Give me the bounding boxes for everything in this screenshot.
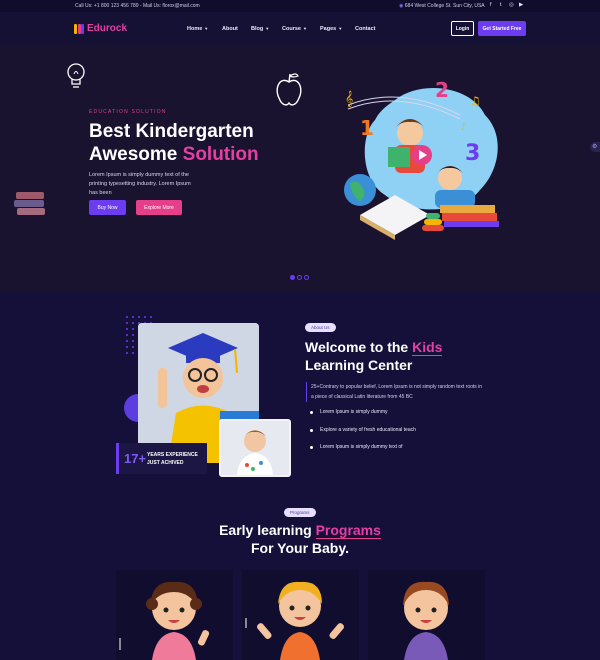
hero-section: EDUCATION SOLUTION Best Kindergarten Awe… (0, 45, 600, 291)
about-title: Welcome to the Kids Learning Center (305, 338, 505, 374)
program-card[interactable] (242, 570, 359, 660)
chevron-down-icon: ▼ (302, 26, 307, 31)
nav-label: Contact (355, 26, 376, 32)
youtube-icon[interactable]: ▶ (519, 2, 523, 8)
feature-text: Lorem Ipsum is simply dummy text of (320, 444, 403, 450)
svg-text:2: 2 (435, 78, 449, 102)
chevron-down-icon: ▼ (204, 26, 209, 31)
slider-dot[interactable] (304, 275, 309, 280)
programs-chip: Programs (284, 508, 316, 517)
slider-dot[interactable] (297, 275, 302, 280)
top-bar: Call Us: +1 800 123 456 789 - Mail Us: f… (0, 0, 600, 12)
experience-number: 17+ (124, 451, 147, 466)
book-logo-icon (74, 23, 84, 34)
experience-label: YEARS EXPERIENCE JUST ACHIVED (147, 452, 198, 466)
lightbulb-icon (67, 63, 85, 88)
instagram-icon[interactable]: ◎ (509, 2, 514, 8)
login-button[interactable]: Login (451, 21, 474, 36)
contact-info: Call Us: +1 800 123 456 789 - Mail Us: f… (75, 3, 200, 9)
svg-text:♪: ♪ (460, 122, 466, 133)
explore-more-button[interactable]: Explore More (136, 200, 182, 215)
hero-title-accent: Solution (182, 144, 259, 165)
nav-label: Blog (251, 26, 264, 32)
buy-now-button[interactable]: Buy Now (89, 200, 126, 215)
chevron-down-icon: ▼ (338, 26, 343, 31)
program-card[interactable] (368, 570, 485, 660)
hero-title-line2: Awesome (89, 144, 183, 165)
svg-text:1: 1 (360, 116, 374, 140)
feature-text: Lorem Ipsum is simply dummy (320, 409, 388, 415)
experience-badge: 17+ YEARS EXPERIENCE JUST ACHIVED (116, 443, 207, 474)
settings-toggle[interactable]: ⚙ (590, 142, 600, 152)
programs-title-accent: Programs (315, 522, 381, 539)
nav-label: Course (282, 26, 301, 32)
feature-text: Explore a variety of fresh educational t… (320, 427, 416, 433)
address-text: 684 West College St. Sun City, USA (404, 3, 485, 9)
about-paragraph: 25+Contrary to popular belief, Lorem Ips… (306, 382, 486, 402)
chevron-down-icon: ▼ (265, 26, 270, 31)
hero-title-line1: Best Kindergarten (89, 121, 254, 142)
slider-dots (290, 275, 309, 280)
svg-text:𝄞: 𝄞 (345, 91, 353, 107)
nav-item-course[interactable]: Course ▼ (282, 26, 307, 32)
hero-illustration: 𝄞 1 2 3 ♫ ♪ (344, 78, 499, 240)
nav-item-pages[interactable]: Pages ▼ (320, 26, 342, 32)
hero-title: Best Kindergarten Awesome Solution (89, 120, 329, 166)
bullet-icon (310, 410, 313, 414)
site-logo[interactable]: Edurock (74, 23, 127, 34)
bullet-icon (310, 428, 313, 432)
nav-item-home[interactable]: Home ▼ (187, 26, 208, 32)
nav-item-contact[interactable]: Contact (355, 26, 375, 32)
hero-description: Lorem Ipsum is simply dummy text of the … (89, 172, 191, 196)
about-title-accent: Kids (412, 339, 443, 356)
feature-item: Explore a variety of fresh educational t… (310, 427, 416, 433)
programs-title-line1: Early learning (219, 522, 316, 538)
nav-item-about[interactable]: About (222, 26, 238, 32)
programs-title: Early learning Programs For Your Baby. (150, 521, 450, 557)
feature-item: Lorem Ipsum is simply dummy (310, 409, 388, 415)
books-icon (14, 192, 45, 215)
about-title-line1: Welcome to the (305, 339, 413, 355)
hero-eyebrow: EDUCATION SOLUTION (89, 109, 167, 115)
nav-label: Pages (320, 26, 337, 32)
programs-title-line2: For Your Baby. (250, 540, 349, 556)
smiling-boy-photo (219, 419, 291, 477)
address-info: ◉ 684 West College St. Sun City, USA (399, 3, 485, 9)
twitter-icon[interactable]: t (500, 2, 502, 8)
about-section: 17+ YEARS EXPERIENCE JUST ACHIVED About … (0, 291, 600, 491)
nav-label: About (222, 26, 238, 32)
gear-icon: ⚙ (592, 144, 598, 150)
facebook-icon[interactable]: f (490, 2, 492, 8)
svg-text:♫: ♫ (470, 94, 481, 108)
get-started-button[interactable]: Get Started Free (478, 21, 526, 36)
feature-item: Lorem Ipsum is simply dummy text of (310, 444, 403, 450)
slider-dot[interactable] (290, 275, 295, 280)
about-title-line2: Learning Center (305, 357, 413, 373)
main-navigation: Edurock Home ▼ About Blog ▼ Course ▼ Pages ▼… (0, 12, 600, 45)
logo-text: Edurock (87, 23, 128, 34)
nav-label: Home (187, 26, 203, 32)
nav-item-blog[interactable]: Blog ▼ (251, 26, 269, 32)
apple-icon (276, 73, 302, 106)
svg-text:3: 3 (465, 141, 480, 166)
program-card[interactable] (116, 570, 233, 660)
bullet-icon (310, 445, 313, 449)
about-us-chip: About Us (305, 323, 336, 332)
